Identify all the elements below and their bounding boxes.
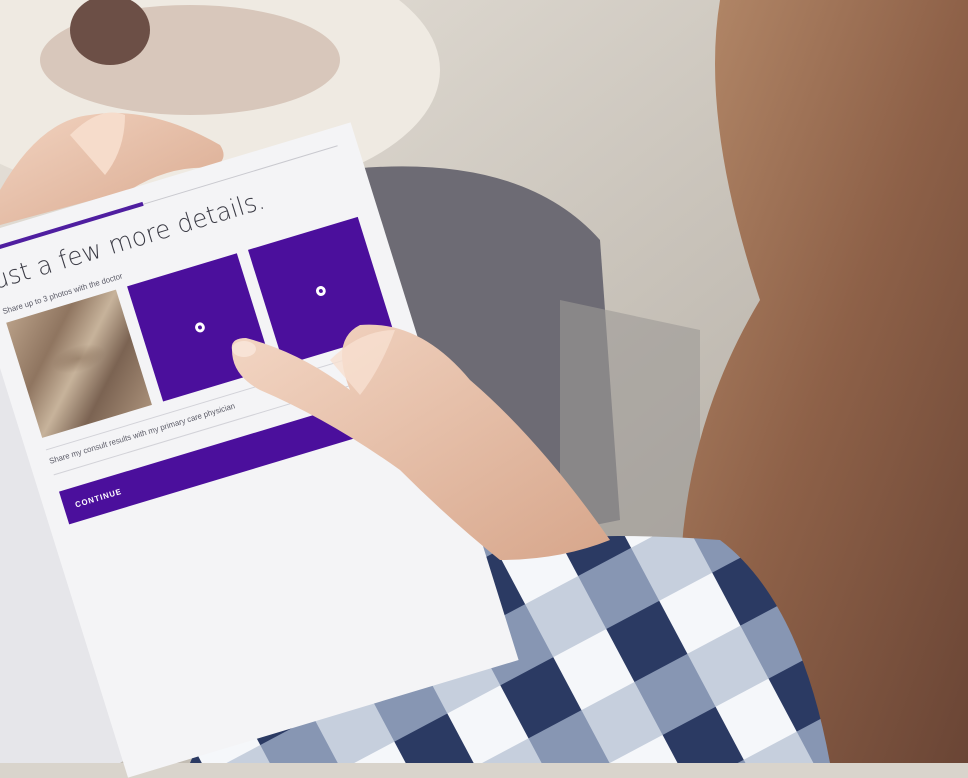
uploaded-photo[interactable]	[6, 289, 152, 438]
add-photo-button[interactable]	[248, 216, 394, 366]
add-photo-button[interactable]	[127, 253, 273, 402]
photo-scene: ust a few more details. Share up to 3 ph…	[0, 0, 968, 778]
add-photo-icon	[314, 284, 328, 298]
add-photo-icon	[193, 321, 207, 334]
